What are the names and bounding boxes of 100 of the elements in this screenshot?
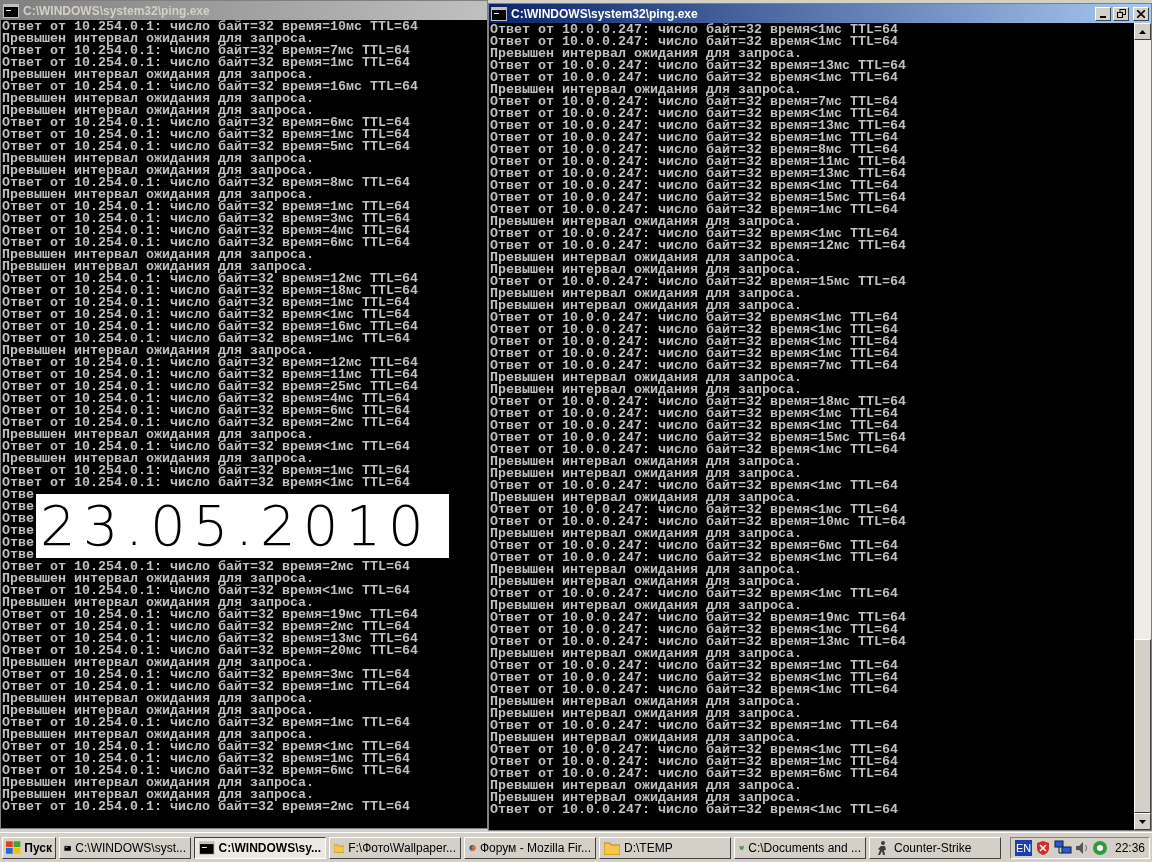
console-line: Ответ от 10.254.0.1: число байт=32 время=11мс TTL=64 xyxy=(2,369,418,381)
console-line: Ответ от 10.254.0.1: число байт=32 время=3мс TTL=64 xyxy=(2,213,410,225)
taskbar-button[interactable]: D:\TEMP xyxy=(599,836,731,859)
console-line: Превышен интервал ожидания для запроса. xyxy=(490,792,802,804)
console-icon xyxy=(3,3,19,18)
console-line: Ответ от 10.254.0.1: число байт=32 время=6мс TTL=64 xyxy=(2,765,410,777)
console-line: Превышен интервал ожидания для запроса. xyxy=(490,48,802,60)
console-line: Ответ от 10.254.0.1: число байт=32 время<1мс TTL=64 xyxy=(2,441,410,453)
console-line: Превышен интервал ожидания для запроса. xyxy=(490,252,802,264)
scroll-up-button[interactable] xyxy=(1134,23,1151,40)
console-line: Ответ от 10.0.0.247: число байт=32 время<1мс TTL=64 xyxy=(490,228,898,240)
console-line: Ответ от 10.0.0.247: число байт=32 время=7мс TTL=64 xyxy=(490,360,898,372)
console-line: Ответ от 10.254.0.1: число байт=32 время=10мс TTL=64 xyxy=(2,21,418,33)
console-line: Ответ от 10.254.0.1: число байт=32 время=1мс TTL=64 xyxy=(2,297,410,309)
console-line: Превышен интервал ожидания для запроса. xyxy=(490,576,802,588)
console-line: Ответ от 10.0.0.247: число байт=32 время=10мс TTL=64 xyxy=(490,516,906,528)
console-line: Ответ от 10.254.0.1: число байт=32 время<1мс TTL=64 xyxy=(2,585,410,597)
console-line: Ответ от 10.0.0.247: число байт=32 время<1мс TTL=64 xyxy=(490,504,898,516)
console-line: Превышен интервал ожидания для запроса. xyxy=(2,789,314,801)
console-line: Ответ от 10.254.0.1: число байт=32 время=6мс TTL=64 xyxy=(2,237,410,249)
windows-flag-icon xyxy=(6,840,22,855)
close-button[interactable] xyxy=(1133,6,1149,21)
scroll-thumb[interactable] xyxy=(1134,639,1151,813)
console-line: Превышен интервал ожидания для запроса. xyxy=(2,345,314,357)
taskbar-button[interactable]: Форум - Mozilla Fir... xyxy=(464,836,596,859)
console-line: Ответ от 10.254.0.1: число байт=32 время=1мс TTL=64 xyxy=(2,717,410,729)
console-line: Ответ от 10.254.0.1: число байт=32 время<1мс TTL=64 xyxy=(2,477,410,489)
console-line: Ответ от 10.0.0.247: число байт=32 время<1мс TTL=64 xyxy=(490,336,898,348)
console-line: Ответ от 10.254.0.1: число байт=32 время=4мс TTL=64 xyxy=(2,393,410,405)
console-line: Превышен интервал ожидания для запроса. xyxy=(2,165,314,177)
console-line: Ответ от 10.254.0.1: число байт=32 время=18мс TTL=64 xyxy=(2,285,418,297)
console-line: Ответ от 10.254.0.1: число байт=32 время=8мс TTL=64 xyxy=(2,177,410,189)
console-line: Ответ от 10.254.0.1: число байт=32 время=12мс TTL=64 xyxy=(2,273,418,285)
console-line: Ответ от 10.0.0.247: число байт=32 время=15мс TTL=64 xyxy=(490,432,906,444)
console-line: Ответ от 10.0.0.247: число байт=32 время=13мс TTL=64 xyxy=(490,636,906,648)
console-line: Ответ от 10.0.0.247: число байт=32 время=13мс TTL=64 xyxy=(490,60,906,72)
taskbar-button[interactable]: C:\WINDOWS\syst... xyxy=(59,836,191,859)
console-line: Отве xyxy=(2,513,34,525)
console-line: Ответ от 10.0.0.247: число байт=32 время<1мс TTL=64 xyxy=(490,24,898,36)
console-line: Ответ от 10.0.0.247: число байт=32 время=1мс TTL=64 xyxy=(490,660,898,672)
scroll-down-button[interactable] xyxy=(1134,813,1151,830)
console-line: Превышен интервал ожидания для запроса. xyxy=(2,153,314,165)
console-line: Превышен интервал ожидания для запроса. xyxy=(490,84,802,96)
console-line: Превышен интервал ожидания для запроса. xyxy=(2,597,314,609)
console-line: Ответ от 10.0.0.247: число байт=32 время=12мс TTL=64 xyxy=(490,240,906,252)
taskbar-button[interactable]: C:\Documents and ... xyxy=(734,836,866,859)
console-line: Ответ от 10.254.0.1: число байт=32 время=20мс TTL=64 xyxy=(2,645,418,657)
taskbar-button[interactable]: C:\WINDOWS\sy... xyxy=(194,836,326,859)
console-line: Ответ от 10.254.0.1: число байт=32 время=6мс TTL=64 xyxy=(2,117,410,129)
console-line: Ответ от 10.254.0.1: число байт=32 время=4мс TTL=64 xyxy=(2,225,410,237)
console-line: Превышен интервал ожидания для запроса. xyxy=(2,729,314,741)
console-line: Превышен интервал ожидания для запроса. xyxy=(490,696,802,708)
console-line: Превышен интервал ожидания для запроса. xyxy=(490,456,802,468)
console-line: Ответ от 10.0.0.247: число байт=32 время<1мс TTL=64 xyxy=(490,408,898,420)
console-line: Ответ от 10.0.0.247: число байт=32 время<1мс TTL=64 xyxy=(490,444,898,456)
console-line: Превышен интервал ожидания для запроса. xyxy=(2,189,314,201)
console-line: Превышен интервал ожидания для запроса. xyxy=(2,573,314,585)
console-line: Ответ от 10.254.0.1: число байт=32 время=1мс TTL=64 xyxy=(2,201,410,213)
taskbar-button[interactable]: Counter-Strike xyxy=(869,836,1001,859)
clock: 22:36 xyxy=(1114,839,1145,857)
console-line: Превышен интервал ожидания для запроса. xyxy=(490,732,802,744)
console-line: Ответ от 10.0.0.247: число байт=32 время<1мс TTL=64 xyxy=(490,672,898,684)
console-line: Ответ от 10.0.0.247: число байт=32 время=1мс TTL=64 xyxy=(490,204,898,216)
console-line: Превышен интервал ожидания для запроса. xyxy=(2,657,314,669)
language-indicator[interactable]: EN xyxy=(1015,839,1033,856)
console-line: Ответ от 10.254.0.1: число байт=32 время=1мс TTL=64 xyxy=(2,333,410,345)
console-line: Превышен интервал ожидания для запроса. xyxy=(490,564,802,576)
console-line: Ответ от 10.0.0.247: число байт=32 время<1мс TTL=64 xyxy=(490,480,898,492)
console-line: Ответ от 10.254.0.1: число байт=32 время=1мс TTL=64 xyxy=(2,57,410,69)
console-line: Ответ от 10.0.0.247: число байт=32 время<1мс TTL=64 xyxy=(490,180,898,192)
network-icon[interactable] xyxy=(1054,839,1073,856)
taskbar-button[interactable]: F:\Фото\Wallpaper... xyxy=(329,836,461,859)
console-line: Ответ от 10.0.0.247: число байт=32 время<1мс TTL=64 xyxy=(490,624,898,636)
console-line: Превышен интервал ожидания для запроса. xyxy=(2,249,314,261)
date-stamp: 23.05.2010 xyxy=(36,494,449,558)
console-line: Превышен интервал ожидания для запроса. xyxy=(2,453,314,465)
console-line: Превышен интервал ожидания для запроса. xyxy=(2,105,314,117)
console-line: Ответ от 10.254.0.1: число байт=32 время<1мс TTL=64 xyxy=(2,741,410,753)
console-line: Превышен интервал ожидания для запроса. xyxy=(2,69,314,81)
start-button[interactable]: Пуск xyxy=(2,836,56,859)
restore-button[interactable] xyxy=(1113,6,1129,21)
console-line: Отве xyxy=(2,537,34,549)
console-line: Превышен интервал ожидания для запроса. xyxy=(490,384,802,396)
console-line: Превышен интервал ожидания для запроса. xyxy=(2,705,314,717)
status-circle-icon[interactable] xyxy=(1092,839,1109,856)
console-line: Ответ от 10.254.0.1: число байт=32 время=2мс TTL=64 xyxy=(2,621,410,633)
console-line: Ответ от 10.0.0.247: число байт=32 время<1мс TTL=64 xyxy=(490,684,898,696)
window-title: C:\WINDOWS\system32\ping.exe xyxy=(511,5,698,23)
console-icon xyxy=(199,840,215,855)
minimize-button[interactable] xyxy=(1095,6,1111,21)
console-line: Ответ от 10.0.0.247: число байт=32 время<1мс TTL=64 xyxy=(490,36,898,48)
console-line: Ответ от 10.0.0.247: число байт=32 время=15мс TTL=64 xyxy=(490,276,906,288)
console-line: Превышен интервал ожидания для запроса. xyxy=(490,780,802,792)
console-line: Ответ от 10.0.0.247: число байт=32 время<1мс TTL=64 xyxy=(490,108,898,120)
console-line: Ответ от 10.254.0.1: число байт=32 время<1мс TTL=64 xyxy=(2,309,410,321)
console-line: Ответ от 10.0.0.247: число байт=32 время=11мс TTL=64 xyxy=(490,156,906,168)
console-line: Ответ от 10.0.0.247: число байт=32 время<1мс TTL=64 xyxy=(490,420,898,432)
console-line: Ответ от 10.254.0.1: число байт=32 время=19мс TTL=64 xyxy=(2,609,418,621)
console-line: Ответ от 10.0.0.247: число байт=32 время=1мс TTL=64 xyxy=(490,720,898,732)
shield-icon[interactable] xyxy=(1035,839,1052,856)
